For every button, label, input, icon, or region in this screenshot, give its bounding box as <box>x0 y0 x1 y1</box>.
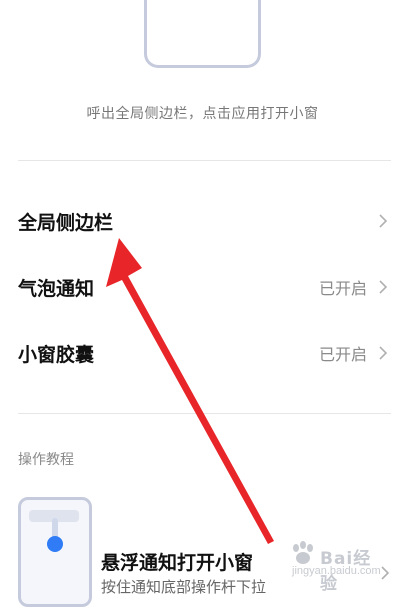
chevron-right-icon <box>379 214 388 228</box>
watermark: Bai经验 jingyan.baidu.com <box>288 541 388 594</box>
thumbnail-touch-dot <box>47 536 63 552</box>
sidebar-illustration <box>144 0 261 68</box>
setting-label: 全局侧边栏 <box>18 211 114 234</box>
setting-status: 已开启 <box>318 279 367 298</box>
setting-row-global-sidebar[interactable]: 全局侧边栏 <box>18 201 391 241</box>
setting-right <box>367 211 391 231</box>
chevron-right-icon <box>379 346 388 360</box>
setting-status: 已开启 <box>318 345 367 364</box>
setting-label: 气泡通知 <box>18 277 95 300</box>
watermark-url: jingyan.baidu.com <box>292 565 381 577</box>
divider <box>18 413 391 414</box>
section-title-tutorial: 操作教程 <box>18 452 74 468</box>
setting-row-small-window-capsule[interactable]: 小窗胶囊 已开启 <box>18 333 391 373</box>
chevron-right-icon <box>379 280 388 294</box>
tutorial-thumbnail[interactable] <box>18 497 92 607</box>
sidebar-hint-text: 呼出全局侧边栏，点击应用打开小窗 <box>86 106 319 122</box>
setting-right: 已开启 <box>319 341 391 365</box>
setting-right: 已开启 <box>319 275 391 299</box>
paw-icon <box>293 541 313 564</box>
setting-row-bubble-notification[interactable]: 气泡通知 已开启 <box>18 267 391 307</box>
tutorial-description: 按住通知底部操作杆下拉 <box>101 578 267 596</box>
setting-label: 小窗胶囊 <box>18 343 95 366</box>
tutorial-title[interactable]: 悬浮通知打开小窗 <box>101 548 253 575</box>
divider <box>18 160 391 161</box>
